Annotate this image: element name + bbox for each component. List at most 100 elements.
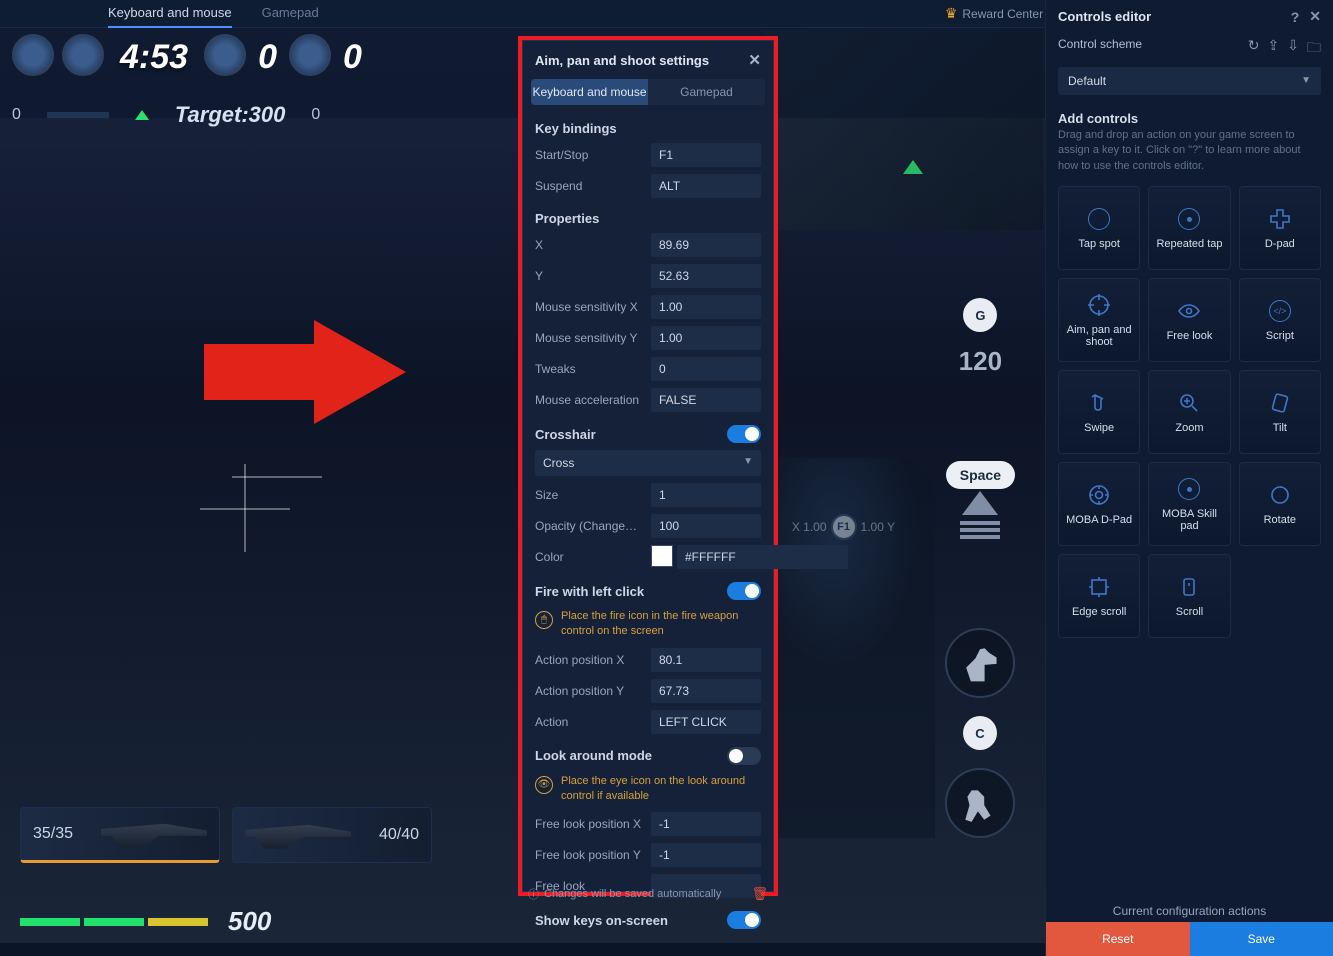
tweaks-input[interactable] <box>651 357 761 381</box>
x-input[interactable] <box>651 233 761 257</box>
y-input[interactable] <box>651 264 761 288</box>
control-repeated-tap[interactable]: Repeated tap <box>1148 186 1230 270</box>
titlebar-tab-gamepad[interactable]: Gamepad <box>262 0 319 28</box>
space-key-badge[interactable]: Space <box>946 461 1015 489</box>
close-icon[interactable]: ✕ <box>748 51 761 69</box>
control-scheme-label: Control scheme <box>1058 37 1142 61</box>
opacity-input[interactable] <box>651 514 761 538</box>
freelook-y-input[interactable] <box>651 843 761 867</box>
moba-dpad-icon <box>1086 482 1112 508</box>
autosave-notice: Changes will be saved automatically <box>544 888 721 900</box>
control-zoom[interactable]: Zoom <box>1148 370 1230 454</box>
current-config-label: Current configuration actions <box>1046 904 1333 918</box>
mouse-sens-x-label: Mouse sensitivity X <box>535 300 643 314</box>
crouch-button[interactable] <box>945 768 1015 838</box>
control-tap-spot[interactable]: Tap spot <box>1058 186 1140 270</box>
subscore-left: 0 <box>12 106 21 124</box>
freelook-x-input[interactable] <box>651 812 761 836</box>
startstop-input[interactable] <box>651 143 761 167</box>
freelook-x-label: Free look position X <box>535 817 643 831</box>
c-key-badge[interactable]: C <box>963 716 997 750</box>
color-label: Color <box>535 550 643 564</box>
import-icon[interactable]: ⇩ <box>1287 37 1299 61</box>
section-properties: Properties <box>535 211 761 226</box>
save-button[interactable]: Save <box>1190 922 1333 956</box>
x-label: X <box>535 238 643 252</box>
smg-icon <box>245 818 351 852</box>
size-input[interactable] <box>651 483 761 507</box>
edge-scroll-icon <box>1086 574 1112 600</box>
mouse-accel-input[interactable] <box>651 388 761 412</box>
ammo-primary: 35/35 <box>33 825 73 843</box>
action-pos-x-label: Action position X <box>535 653 643 667</box>
delete-icon[interactable]: 🗑 <box>751 886 768 902</box>
action-pos-y-input[interactable] <box>651 679 761 703</box>
action-input[interactable] <box>651 710 761 734</box>
control-rotate[interactable]: Rotate <box>1239 462 1321 546</box>
folder-icon[interactable]: 🗀 <box>1307 37 1321 61</box>
opacity-label: Opacity (Changes ap… <box>535 519 643 533</box>
control-moba-dpad[interactable]: MOBA D-Pad <box>1058 462 1140 546</box>
eye-icon <box>1176 298 1202 324</box>
hp-chunk <box>20 918 80 926</box>
crown-icon: ♛ <box>945 5 958 22</box>
control-aim-pan-shoot[interactable]: Aim, pan and shoot <box>1058 278 1140 362</box>
control-scheme-select[interactable]: Default <box>1058 67 1321 95</box>
control-scroll[interactable]: Scroll <box>1148 554 1230 638</box>
avatar <box>289 34 331 76</box>
progress-bar <box>47 112 109 118</box>
player-marker-icon <box>903 160 923 174</box>
refresh-icon[interactable]: ↻ <box>1248 37 1260 61</box>
settings-modal-highlight: Aim, pan and shoot settings ✕ Keyboard a… <box>518 36 778 896</box>
y-label: Y <box>535 269 643 283</box>
control-swipe[interactable]: Swipe <box>1058 370 1140 454</box>
aim-pan-shoot-modal: Aim, pan and shoot settings ✕ Keyboard a… <box>522 40 774 892</box>
reset-button[interactable]: Reset <box>1046 922 1190 956</box>
help-icon[interactable]: ? <box>1291 9 1300 25</box>
action-pos-x-input[interactable] <box>651 648 761 672</box>
target-label: Target:300 <box>175 102 285 128</box>
modal-tab-keyboard[interactable]: Keyboard and mouse <box>531 79 648 105</box>
control-script[interactable]: </>Script <box>1239 278 1321 362</box>
crosshair-toggle[interactable] <box>727 425 761 443</box>
editor-title: Controls editor <box>1058 9 1151 24</box>
crosshair-shape-select[interactable]: Cross <box>535 450 761 476</box>
color-input[interactable] <box>677 545 848 569</box>
scroll-icon <box>1176 574 1202 600</box>
shoot-button[interactable] <box>945 628 1015 698</box>
mouse-sens-y-input[interactable] <box>651 326 761 350</box>
avatar <box>62 34 104 76</box>
fire-toggle[interactable] <box>727 582 761 600</box>
control-edge-scroll[interactable]: Edge scroll <box>1058 554 1140 638</box>
section-look: Look around mode <box>535 748 652 763</box>
suspend-input[interactable] <box>651 174 761 198</box>
showkeys-toggle[interactable] <box>727 911 761 929</box>
close-icon[interactable]: ✕ <box>1309 8 1321 25</box>
rifle-icon <box>101 817 207 851</box>
titlebar-tab-keyboard[interactable]: Keyboard and mouse <box>108 0 232 28</box>
weapon-slot-2[interactable]: 40/40 <box>232 807 432 863</box>
modal-tab-gamepad[interactable]: Gamepad <box>648 79 765 105</box>
export-icon[interactable]: ⇪ <box>1268 37 1280 61</box>
control-tilt[interactable]: Tilt <box>1239 370 1321 454</box>
mouse-sens-x-input[interactable] <box>651 295 761 319</box>
script-icon: </> <box>1269 300 1291 322</box>
control-moba-skill[interactable]: MOBA Skill pad <box>1148 462 1230 546</box>
section-crosshair: Crosshair <box>535 427 596 442</box>
arrow-up-icon <box>135 110 149 120</box>
look-toggle[interactable] <box>727 747 761 765</box>
control-free-look[interactable]: Free look <box>1148 278 1230 362</box>
weapon-slot-1[interactable]: 35/35 <box>20 807 220 863</box>
look-tip: 👁 Place the eye icon on the look around … <box>535 772 761 806</box>
control-dpad[interactable]: D-pad <box>1239 186 1321 270</box>
color-swatch[interactable] <box>651 545 673 567</box>
g-key-badge[interactable]: G <box>963 298 997 332</box>
suspend-label: Suspend <box>535 179 643 193</box>
ammo-count: 120 <box>959 346 1002 377</box>
tweaks-label: Tweaks <box>535 362 643 376</box>
hp-bar: 500 <box>20 906 271 937</box>
eye-icon: 👁 <box>535 776 553 794</box>
highlight-arrow-icon <box>314 320 406 424</box>
crouch-icon <box>959 782 1001 824</box>
reward-center-link[interactable]: ♛ Reward Center <box>945 5 1043 22</box>
